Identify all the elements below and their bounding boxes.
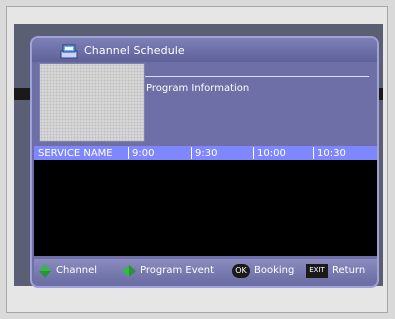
footer-help-bar: Channel Program Event OK Booking EXIT Re… [34,259,377,282]
time-slot-0900: 9:00 [132,148,155,159]
header-bar: Channel Schedule [32,38,377,62]
schedule-grid[interactable] [34,160,377,256]
program-information-label: Program Information [146,83,250,94]
time-slot-1000: 10:00 [257,148,286,159]
return-label: Return [332,265,366,276]
left-right-arrows-icon [122,264,136,277]
channel-schedule-panel: Channel Schedule Program Information SER… [30,36,379,288]
booking-label: Booking [254,265,295,276]
up-down-arrows-icon [39,263,51,278]
time-slot-0930: 9:30 [195,148,218,159]
booking-hint[interactable]: OK Booking [232,263,295,278]
program-event-label: Program Event [140,265,215,276]
ok-button-icon: OK [232,263,250,278]
time-slot-1030: 10:30 [317,148,346,159]
channel-schedule-icon [60,43,78,59]
video-preview [39,63,145,142]
timeline-divider [313,147,314,159]
program-event-hint[interactable]: Program Event [122,264,214,277]
page-title: Channel Schedule [84,44,185,57]
service-name-header: SERVICE NAME [38,148,113,159]
timeline-divider [191,147,192,159]
timeline-header: SERVICE NAME 9:00 9:30 10:00 10:30 [34,146,377,160]
return-hint[interactable]: EXIT Return [306,263,366,278]
timeline-divider [253,147,254,159]
channel-label: Channel [56,265,98,276]
timeline-divider [128,147,129,159]
info-divider [145,76,369,77]
exit-button-icon: EXIT [306,263,328,278]
channel-hint[interactable]: Channel [38,263,98,278]
